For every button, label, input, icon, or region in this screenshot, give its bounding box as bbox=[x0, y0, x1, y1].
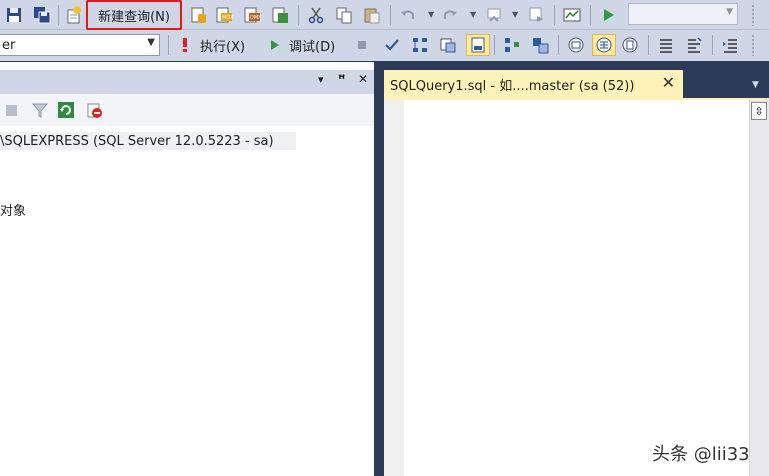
results-to-file-icon[interactable] bbox=[620, 35, 640, 55]
separator bbox=[558, 35, 559, 55]
separator bbox=[554, 5, 555, 25]
undo-icon[interactable] bbox=[398, 5, 418, 25]
navigate-forward-icon[interactable] bbox=[526, 5, 546, 25]
uncomment-lines-icon[interactable] bbox=[684, 35, 704, 55]
svg-text:DMX: DMX bbox=[250, 15, 261, 21]
redo-icon[interactable] bbox=[440, 5, 460, 25]
execute-button[interactable]: 执行(X) bbox=[176, 34, 245, 56]
svg-text:MDX: MDX bbox=[222, 15, 233, 21]
xmla-query-icon[interactable] bbox=[270, 5, 290, 25]
server-node[interactable]: \SQLEXPRESS (SQL Server 12.0.5223 - sa) bbox=[0, 134, 274, 149]
specify-values-icon[interactable] bbox=[530, 35, 550, 55]
solution-config-dropdown[interactable]: ▼ bbox=[628, 3, 738, 25]
tab-overflow-icon[interactable]: ▼ bbox=[752, 80, 759, 90]
redo-dropdown-icon[interactable]: ▼ bbox=[470, 10, 476, 19]
execute-icon bbox=[183, 38, 187, 52]
copy-icon[interactable] bbox=[334, 5, 354, 25]
stop-icon[interactable] bbox=[6, 105, 17, 116]
save-all-icon[interactable] bbox=[32, 5, 52, 25]
chevron-down-icon: ▼ bbox=[147, 37, 155, 48]
navigate-dropdown-icon[interactable]: ▼ bbox=[512, 10, 518, 19]
separator bbox=[298, 5, 299, 25]
separator bbox=[712, 35, 713, 55]
decrease-indent-icon[interactable] bbox=[720, 35, 740, 55]
close-tab-icon[interactable]: ✕ bbox=[662, 75, 675, 91]
cancel-query-icon[interactable] bbox=[352, 35, 372, 55]
toolbar-grip[interactable] bbox=[751, 4, 755, 26]
query-designer-icon[interactable] bbox=[438, 35, 458, 55]
start-debug-icon[interactable] bbox=[598, 5, 618, 25]
separator bbox=[590, 5, 591, 25]
object-explorer-title-bar: ▾ ꟸ ✕ bbox=[0, 70, 374, 94]
editor-margin bbox=[384, 100, 404, 476]
watermark: 头条 @lii33 bbox=[652, 444, 750, 465]
separator bbox=[168, 35, 169, 55]
paste-icon[interactable] bbox=[362, 5, 382, 25]
dmx-query-icon[interactable]: DMX bbox=[242, 5, 262, 25]
separator bbox=[494, 35, 495, 55]
separator bbox=[390, 5, 391, 25]
vertical-scrollbar[interactable]: ⇳ bbox=[749, 100, 769, 476]
object-explorer-toolbar bbox=[0, 94, 374, 126]
intellisense-icon[interactable] bbox=[502, 35, 522, 55]
results-to-grid-icon[interactable] bbox=[592, 34, 616, 56]
results-to-text-icon[interactable] bbox=[566, 35, 586, 55]
new-query-button[interactable]: 新建查询(N) bbox=[86, 0, 182, 30]
object-explorer-panel: ▾ ꟸ ✕ \SQLEXPRESS (SQL Server 12.0.5223 … bbox=[0, 62, 374, 476]
activity-monitor-icon[interactable] bbox=[562, 5, 582, 25]
close-icon[interactable]: ✕ bbox=[358, 72, 368, 86]
chevron-down-icon: ▼ bbox=[726, 7, 733, 17]
disconnect-icon[interactable] bbox=[84, 100, 104, 120]
cut-icon[interactable] bbox=[306, 5, 326, 25]
panel-splitter[interactable] bbox=[374, 62, 384, 476]
toolbar-grip[interactable] bbox=[751, 34, 755, 56]
available-databases-select[interactable]: er ▼ bbox=[0, 34, 160, 56]
results-to-grid-toggle[interactable] bbox=[466, 34, 490, 56]
refresh-icon[interactable] bbox=[56, 100, 76, 120]
start-debug-icon bbox=[271, 40, 279, 50]
tree-node-objects[interactable]: 对象 bbox=[0, 200, 26, 219]
comment-lines-icon[interactable] bbox=[656, 35, 676, 55]
navigate-backward-icon[interactable] bbox=[484, 5, 504, 25]
filter-icon[interactable] bbox=[30, 100, 50, 120]
parse-icon[interactable] bbox=[382, 35, 402, 55]
pin-icon[interactable]: ꟸ bbox=[338, 72, 345, 86]
separator bbox=[648, 35, 649, 55]
undo-dropdown-icon[interactable]: ▼ bbox=[428, 10, 434, 19]
standard-toolbar: 新建查询(N) MDX DMX ▼ ▼ ▼ ▼ bbox=[0, 0, 769, 30]
db-engine-query-icon[interactable] bbox=[188, 5, 208, 25]
save-icon[interactable] bbox=[4, 5, 24, 25]
mdx-query-icon[interactable]: MDX bbox=[214, 5, 234, 25]
split-view-icon[interactable]: ⇳ bbox=[751, 102, 767, 120]
new-query-icon[interactable] bbox=[64, 5, 84, 25]
sql-editor-toolbar: er ▼ 执行(X) 调试(D) bbox=[0, 30, 769, 61]
separator bbox=[58, 5, 59, 25]
tab-sqlquery1[interactable]: SQLQuery1.sql - 如....master (sa (52)) ✕ bbox=[384, 70, 683, 98]
debug-button[interactable]: 调试(D) bbox=[266, 34, 335, 56]
query-editor[interactable]: ⇳ bbox=[384, 100, 769, 476]
display-estimated-plan-icon[interactable] bbox=[410, 35, 430, 55]
panel-dropdown-icon[interactable]: ▾ bbox=[318, 73, 324, 86]
